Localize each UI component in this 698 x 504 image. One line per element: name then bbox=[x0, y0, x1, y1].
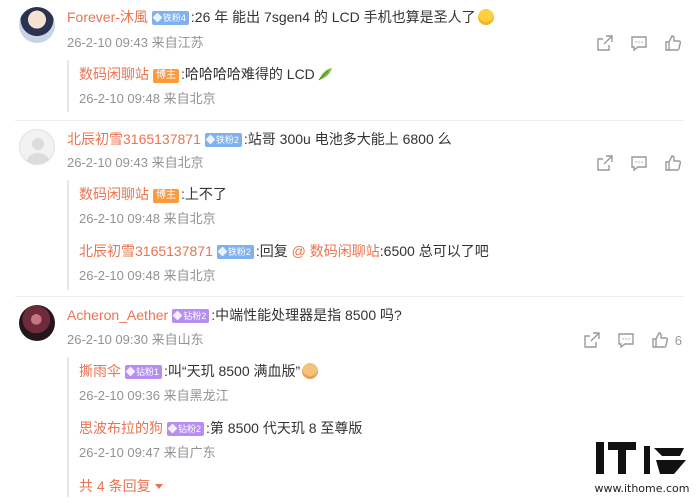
reply-line: 数码闲聊站 博主:哈哈哈哈难得的 LCD bbox=[79, 64, 333, 84]
like-button[interactable]: 6 bbox=[651, 331, 682, 349]
fan-badge[interactable]: 铁粉2 bbox=[204, 133, 242, 147]
like-count: 6 bbox=[674, 332, 682, 348]
diamond-icon bbox=[217, 246, 228, 257]
default-avatar-icon bbox=[26, 138, 50, 164]
badge-label: 钻粉2 bbox=[183, 311, 207, 321]
diamond-icon bbox=[152, 12, 163, 23]
comment-icon bbox=[631, 36, 647, 52]
thumbs-up-icon bbox=[665, 35, 682, 51]
reply-text: :叫“天玑 8500 满血版” bbox=[164, 363, 301, 379]
author-badge: 博主 bbox=[153, 189, 179, 203]
share-button[interactable] bbox=[583, 331, 601, 349]
share-icon bbox=[584, 332, 600, 348]
badge-label: 铁粉2 bbox=[227, 247, 251, 257]
avatar[interactable] bbox=[19, 7, 55, 43]
avatar[interactable] bbox=[19, 305, 55, 341]
reply-meta: 26-2-10 09:48 来自北京 bbox=[79, 268, 216, 283]
comment-line: Forever-沐風 铁粉4 :26 年 能出 7sgen4 的 LCD 手机也算是… bbox=[67, 7, 494, 27]
badge-label: 铁粉2 bbox=[215, 135, 239, 145]
diamond-icon bbox=[172, 310, 183, 321]
fan-badge[interactable]: 铁粉2 bbox=[216, 245, 254, 259]
username[interactable]: 数码闲聊站 bbox=[79, 66, 149, 82]
reply-text: :上不了 bbox=[181, 186, 227, 202]
more-replies-label: 共 4 条回复 bbox=[79, 478, 151, 494]
fan-badge[interactable]: 钻粉2 bbox=[172, 309, 210, 323]
reply-line: 北辰初雪3165137871 铁粉2 :回复 @ 数码闲聊站:6500 总可以了吧 bbox=[79, 241, 489, 261]
username[interactable]: 思波布拉的狗 bbox=[79, 420, 163, 436]
reply-button[interactable] bbox=[630, 154, 648, 172]
comment-icon bbox=[618, 333, 634, 349]
diamond-icon bbox=[205, 134, 216, 145]
share-icon bbox=[597, 155, 613, 171]
comment-icon bbox=[631, 156, 647, 172]
ithome-logo bbox=[596, 442, 686, 474]
like-button[interactable] bbox=[664, 154, 682, 172]
comment-text: :站哥 300u 电池多大能上 6800 么 bbox=[243, 131, 452, 147]
diamond-icon bbox=[167, 423, 178, 434]
share-button[interactable] bbox=[596, 34, 614, 52]
comment-meta: 26-2-10 09:30 来自山东 bbox=[67, 332, 204, 347]
reply-text: :6500 总可以了吧 bbox=[379, 243, 489, 259]
reply-line: 撕雨伞 钻粉1 :叫“天玑 8500 满血版” bbox=[79, 361, 319, 381]
badge-label: 钻粉2 bbox=[178, 424, 202, 434]
ithome-watermark: www.ithome.com bbox=[594, 438, 690, 500]
reply-meta: 26-2-10 09:47 来自广东 bbox=[79, 445, 216, 460]
comment-actions bbox=[580, 33, 682, 53]
username[interactable]: 北辰初雪3165137871 bbox=[67, 131, 201, 147]
fan-badge[interactable]: 铁粉4 bbox=[151, 11, 189, 25]
username[interactable]: Forever-沐風 bbox=[67, 9, 148, 25]
badge-label: 钻粉1 bbox=[136, 367, 160, 377]
dog-emoji bbox=[302, 363, 319, 379]
comment-actions bbox=[580, 153, 682, 173]
comment-line: 北辰初雪3165137871 铁粉2 :站哥 300u 电池多大能上 6800 么 bbox=[67, 129, 452, 149]
username[interactable]: 数码闲聊站 bbox=[79, 186, 149, 202]
watermark-url: www.ithome.com bbox=[594, 482, 690, 495]
reply-text: :第 8500 代天玑 8 至尊版 bbox=[206, 420, 363, 436]
reply-prefix: :回复 bbox=[255, 243, 292, 259]
author-badge: 博主 bbox=[153, 69, 179, 83]
username[interactable]: 撕雨伞 bbox=[79, 363, 121, 379]
fan-badge[interactable]: 钻粉2 bbox=[167, 422, 205, 436]
username[interactable]: Acheron_Aether bbox=[67, 307, 168, 323]
comment-actions: 6 bbox=[567, 330, 682, 350]
divider bbox=[15, 296, 683, 297]
share-button[interactable] bbox=[596, 154, 614, 172]
reply-meta: 26-2-10 09:48 来自北京 bbox=[79, 211, 216, 226]
wow-emoji bbox=[477, 9, 494, 25]
more-replies-link[interactable]: 共 4 条回复 bbox=[79, 476, 163, 496]
thumbs-up-icon bbox=[652, 332, 668, 348]
fan-badge[interactable]: 钻粉1 bbox=[125, 365, 163, 379]
avatar[interactable] bbox=[19, 129, 55, 165]
leaf-emoji bbox=[318, 68, 332, 81]
diamond-icon bbox=[125, 366, 136, 377]
reply-button[interactable] bbox=[617, 331, 635, 349]
reply-line: 思波布拉的狗 钻粉2 :第 8500 代天玑 8 至尊版 bbox=[79, 418, 362, 438]
reply-text: :哈哈哈哈难得的 LCD bbox=[181, 66, 315, 82]
comment-text: :中端性能处理器是指 8500 吗? bbox=[211, 307, 402, 323]
chevron-down-icon bbox=[154, 484, 163, 489]
username[interactable]: 北辰初雪3165137871 bbox=[79, 243, 213, 259]
reply-meta: 26-2-10 09:36 来自黑龙江 bbox=[79, 388, 229, 403]
mention-link[interactable]: @ 数码闲聊站 bbox=[292, 243, 380, 259]
like-button[interactable] bbox=[664, 34, 682, 52]
badge-label: 铁粉4 bbox=[162, 13, 186, 23]
share-icon bbox=[597, 35, 613, 51]
comment-line: Acheron_Aether 钻粉2 :中端性能处理器是指 8500 吗? bbox=[67, 305, 402, 325]
comment-meta: 26-2-10 09:43 来自北京 bbox=[67, 155, 204, 170]
comment-text: :26 年 能出 7sgen4 的 LCD 手机也算是圣人了 bbox=[190, 9, 476, 25]
divider bbox=[15, 120, 683, 121]
comment-meta: 26-2-10 09:43 来自江苏 bbox=[67, 35, 204, 50]
thumbs-up-icon bbox=[665, 155, 682, 171]
reply-meta: 26-2-10 09:48 来自北京 bbox=[79, 91, 216, 106]
reply-line: 数码闲聊站 博主:上不了 bbox=[79, 184, 227, 204]
reply-button[interactable] bbox=[630, 34, 648, 52]
